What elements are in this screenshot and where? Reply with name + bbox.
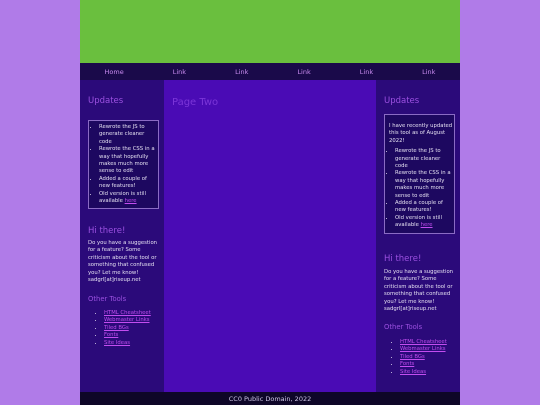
left-tool-item: Site Ideas bbox=[104, 340, 166, 347]
left-tool-item: HTML Cheatsheet bbox=[104, 310, 166, 317]
left-tool-item: Tiled BGs bbox=[104, 325, 166, 332]
right-tool-link[interactable]: HTML Cheatsheet bbox=[400, 339, 447, 345]
left-update-item: Added a couple of new features! bbox=[99, 176, 156, 191]
right-other-tools-title: Other Tools bbox=[384, 323, 423, 331]
right-tool-item: Fonts bbox=[400, 361, 462, 368]
right-hi-text: Do you have a suggestion for a feature? … bbox=[384, 269, 454, 313]
footer: CC0 Public Domain, 2022 bbox=[80, 392, 460, 405]
left-update-item: Rewrote the JS to generate cleaner code bbox=[99, 124, 156, 146]
right-tool-link[interactable]: Webmaster Links bbox=[400, 346, 446, 352]
main-content: Page Two bbox=[164, 80, 376, 392]
left-other-tools-list: HTML Cheatsheet Webmaster Links Tiled BG… bbox=[88, 310, 166, 347]
left-tool-item: Webmaster Links bbox=[104, 317, 166, 324]
left-old-version-text: Old version is still available bbox=[99, 190, 146, 205]
nav-link-5[interactable]: Link bbox=[422, 68, 435, 76]
right-tool-item: Webmaster Links bbox=[400, 346, 462, 353]
right-old-version-text: Old version is still available bbox=[395, 214, 442, 229]
header-banner bbox=[80, 0, 460, 63]
top-nav: Home Link Link Link Link Link bbox=[80, 63, 460, 80]
page-wrapper: Home Link Link Link Link Link Updates Re… bbox=[80, 0, 460, 405]
left-tool-link[interactable]: Webmaster Links bbox=[104, 317, 150, 323]
page-title: Page Two bbox=[172, 97, 219, 108]
left-hi-title: Hi there! bbox=[88, 226, 126, 236]
right-updates-title: Updates bbox=[384, 96, 420, 106]
right-updates-box: I have recently updated this tool as of … bbox=[384, 114, 455, 234]
right-update-item: Added a couple of new features! bbox=[395, 200, 453, 215]
left-other-tools-title: Other Tools bbox=[88, 295, 127, 303]
left-updates-title: Updates bbox=[88, 96, 124, 106]
nav-home[interactable]: Home bbox=[105, 68, 124, 76]
left-hi-text: Do you have a suggestion for a feature? … bbox=[88, 240, 158, 284]
left-tool-item: Fonts bbox=[104, 332, 166, 339]
left-update-item: Old version is still available here bbox=[99, 191, 156, 206]
left-sidebar: Updates Rewrote the JS to generate clean… bbox=[80, 80, 164, 392]
right-sidebar: Updates I have recently updated this too… bbox=[376, 80, 460, 392]
nav-link-4[interactable]: Link bbox=[360, 68, 373, 76]
right-tool-link[interactable]: Tiled BGs bbox=[400, 354, 425, 360]
nav-link-3[interactable]: Link bbox=[297, 68, 310, 76]
left-tool-link[interactable]: Site Ideas bbox=[104, 340, 130, 346]
left-tool-link[interactable]: HTML Cheatsheet bbox=[104, 310, 151, 316]
right-tool-item: HTML Cheatsheet bbox=[400, 339, 462, 346]
footer-text: CC0 Public Domain, 2022 bbox=[228, 394, 312, 403]
nav-link-1[interactable]: Link bbox=[173, 68, 186, 76]
nav-link-2[interactable]: Link bbox=[235, 68, 248, 76]
left-tool-link[interactable]: Fonts bbox=[104, 332, 118, 338]
right-update-item: Rewrote the CSS in a way that hopefully … bbox=[395, 170, 453, 200]
right-updates-list: Rewrote the JS to generate cleaner code … bbox=[389, 148, 453, 229]
right-update-item: Rewrote the JS to generate cleaner code bbox=[395, 148, 453, 170]
right-tool-item: Site Ideas bbox=[400, 369, 462, 376]
left-here-link[interactable]: here bbox=[125, 198, 137, 204]
right-tool-item: Tiled BGs bbox=[400, 354, 462, 361]
right-tool-link[interactable]: Fonts bbox=[400, 361, 414, 367]
left-update-item: Rewrote the CSS in a way that hopefully … bbox=[99, 146, 156, 176]
left-tool-link[interactable]: Tiled BGs bbox=[104, 325, 129, 331]
left-updates-list: Rewrote the JS to generate cleaner code … bbox=[89, 124, 156, 205]
right-hi-title: Hi there! bbox=[384, 254, 422, 264]
right-other-tools-list: HTML Cheatsheet Webmaster Links Tiled BG… bbox=[384, 339, 462, 376]
right-update-item: Old version is still available here bbox=[395, 215, 453, 230]
left-updates-box: Rewrote the JS to generate cleaner code … bbox=[88, 120, 159, 210]
right-here-link[interactable]: here bbox=[421, 222, 433, 228]
right-tool-link[interactable]: Site Ideas bbox=[400, 369, 426, 375]
right-updates-intro: I have recently updated this tool as of … bbox=[389, 123, 453, 144]
